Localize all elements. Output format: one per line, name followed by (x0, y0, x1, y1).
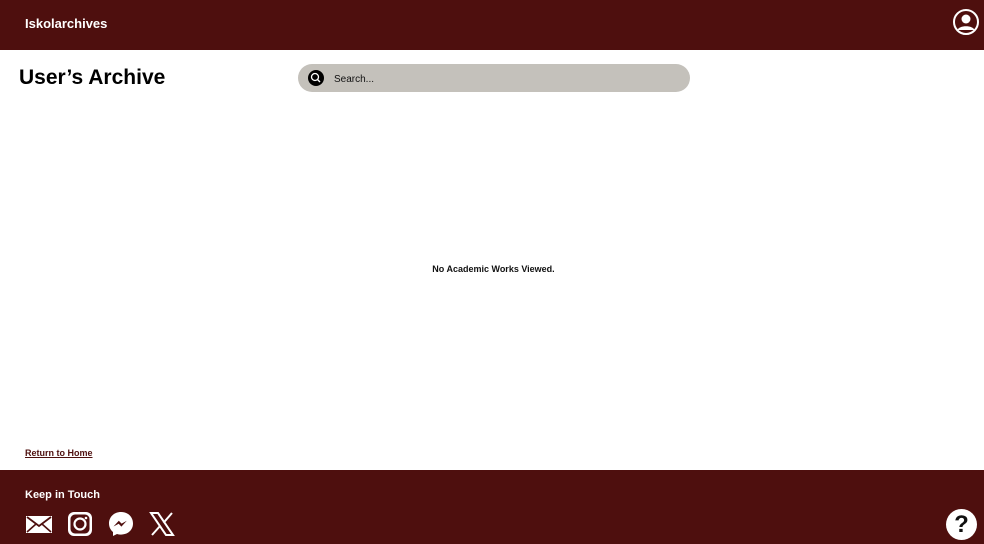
x-button[interactable] (148, 510, 176, 538)
messenger-icon (109, 512, 133, 536)
mail-icon (26, 516, 52, 533)
profile-button[interactable] (952, 8, 980, 36)
top-header: Iskolarchives (0, 0, 984, 50)
brand-name[interactable]: Iskolarchives (25, 16, 107, 31)
search-bar[interactable] (298, 64, 690, 92)
user-circle-icon (953, 9, 979, 35)
messenger-button[interactable] (107, 510, 135, 538)
instagram-icon (68, 512, 92, 536)
instagram-button[interactable] (66, 510, 94, 538)
x-icon (149, 512, 175, 536)
footer-title: Keep in Touch (25, 489, 100, 501)
empty-state-message: No Academic Works Viewed. (432, 264, 555, 274)
search-icon[interactable] (308, 70, 324, 86)
footer: Keep in Touch ? (0, 470, 984, 544)
return-home-link[interactable]: Return to Home (25, 448, 93, 458)
mail-button[interactable] (25, 510, 53, 538)
question-icon: ? (954, 511, 969, 538)
search-input[interactable] (332, 68, 676, 90)
page-title: User’s Archive (19, 66, 166, 89)
help-button[interactable]: ? (946, 509, 977, 540)
